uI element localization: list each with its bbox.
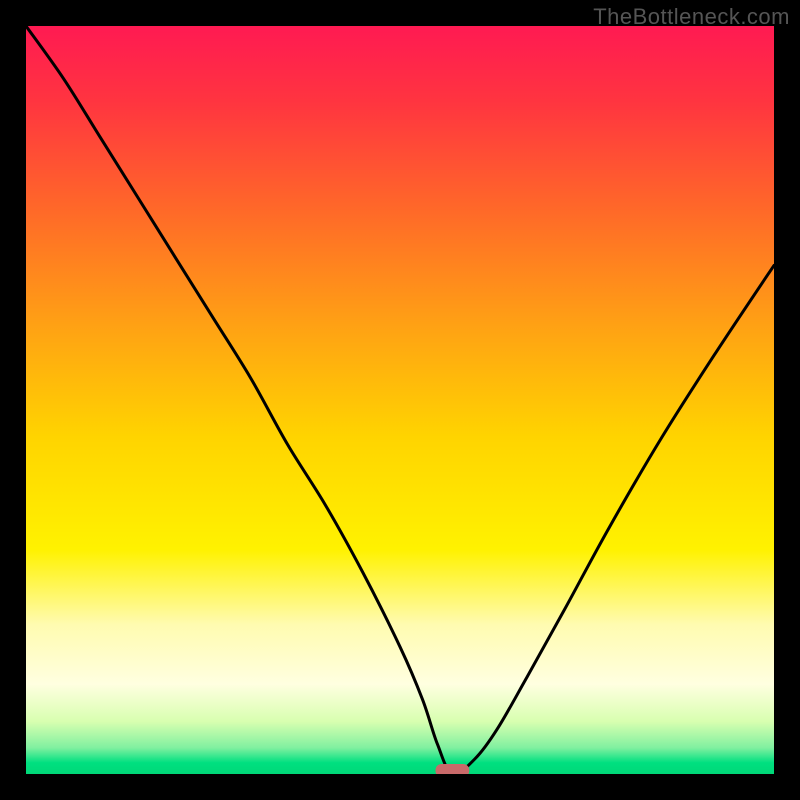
gradient-background [26,26,774,774]
plot-area [26,26,774,774]
optimal-point-marker [436,764,470,774]
chart-svg [26,26,774,774]
chart-frame: TheBottleneck.com [0,0,800,800]
watermark-text: TheBottleneck.com [593,4,790,30]
